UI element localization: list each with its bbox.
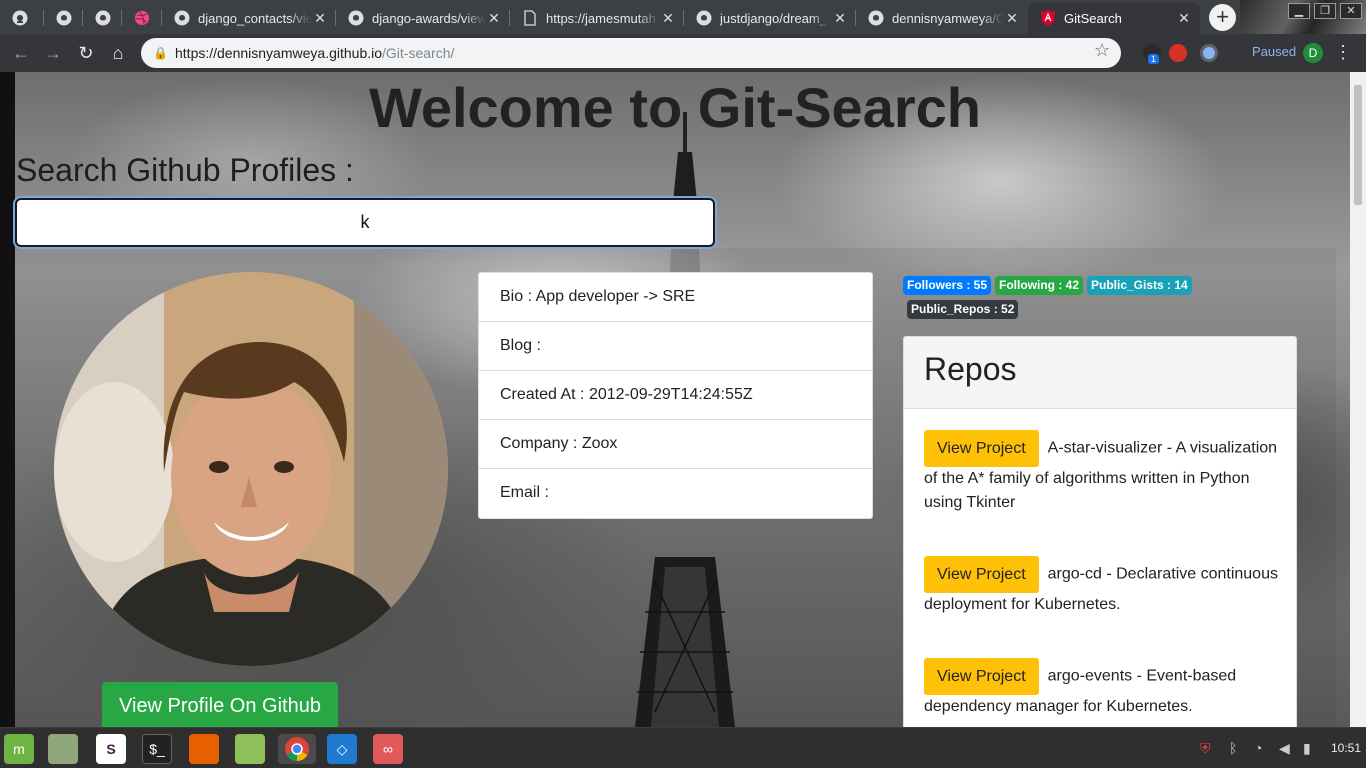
- page-icon: [522, 10, 538, 26]
- browser-toolbar: ← → ↻ ⌂ 🔒 https://dennisnyamweya.github.…: [0, 34, 1366, 72]
- bookmark-star-icon[interactable]: ☆: [1094, 40, 1110, 61]
- address-bar[interactable]: 🔒 https://dennisnyamweya.github.io/Git-s…: [141, 38, 1121, 68]
- vscode-icon[interactable]: ◇: [327, 734, 357, 764]
- tab-github-2[interactable]: [44, 2, 83, 34]
- url-host: https://dennisnyamweya.github.io: [175, 45, 383, 61]
- battery-icon[interactable]: ▮: [1303, 740, 1311, 757]
- home-button[interactable]: ⌂: [107, 42, 129, 64]
- repo-item: View Project argo-cd - Declarative contin…: [924, 556, 1279, 617]
- tab-title: django-awards/view: [372, 10, 486, 26]
- info-blog: Blog :: [479, 322, 872, 371]
- extension-badge: 1: [1148, 54, 1160, 64]
- angular-icon: [1040, 10, 1056, 26]
- tab-jamesmutah[interactable]: https://jamesmutah ✕: [510, 2, 684, 34]
- extension-icon-2[interactable]: [1200, 44, 1218, 62]
- terminal-icon[interactable]: $_: [142, 734, 172, 764]
- page-title: Welcome to Git-Search: [368, 76, 981, 139]
- repos-card: Repos View Project A-star-visualizer - A …: [903, 336, 1297, 727]
- close-icon[interactable]: ✕: [486, 10, 502, 27]
- tab-title: dennisnyamweya/G: [892, 10, 1004, 26]
- slack-icon[interactable]: S: [96, 734, 126, 764]
- profile-info-list: Bio : App developer -> SRE Blog : Create…: [478, 272, 873, 519]
- info-email: Email :: [500, 484, 549, 501]
- github-icon: [868, 10, 884, 26]
- github-icon: [95, 10, 111, 26]
- search-label: Search Github Profiles :: [16, 152, 354, 188]
- close-icon[interactable]: ✕: [1176, 10, 1192, 27]
- repos-heading: Repos: [904, 337, 1296, 409]
- close-icon[interactable]: ✕: [832, 10, 848, 27]
- volume-icon[interactable]: ◀: [1279, 740, 1290, 757]
- search-input[interactable]: [15, 198, 715, 247]
- folder-icon[interactable]: [235, 734, 265, 764]
- repos-badge: Public_Repos : 52: [907, 300, 1019, 319]
- reload-button[interactable]: ↻: [75, 42, 97, 64]
- github-icon: [348, 10, 364, 26]
- view-project-button[interactable]: View Project: [924, 556, 1039, 593]
- forward-button[interactable]: →: [42, 42, 64, 64]
- tab-dribbble[interactable]: [122, 2, 162, 34]
- close-icon[interactable]: ✕: [1004, 10, 1020, 27]
- chrome-icon[interactable]: [278, 734, 316, 764]
- new-tab-button[interactable]: +: [1209, 4, 1236, 31]
- dribbble-icon: [134, 10, 150, 26]
- gists-badge: Public_Gists : 14: [1087, 276, 1192, 295]
- tab-title: justdjango/dream_: [720, 10, 827, 26]
- taskbar: m S $_ ◇ ∞ ⛨ ᛒ ◔ ◀ ▮ 10:51: [0, 727, 1366, 768]
- glasses-icon[interactable]: ∞: [373, 734, 403, 764]
- tab-django-awards[interactable]: django-awards/view ✕: [336, 2, 510, 34]
- tab-justdjango[interactable]: justdjango/dream_ ✕: [684, 2, 856, 34]
- github-icon: [12, 10, 28, 26]
- tab-dennisnyamweya[interactable]: dennisnyamweya/G ✕: [856, 2, 1028, 34]
- tab-title: django_contacts/vie: [198, 10, 312, 26]
- user-avatar: [54, 272, 448, 666]
- shield-icon[interactable]: ⛨: [1200, 740, 1211, 757]
- followers-badge: Followers : 55: [903, 276, 992, 295]
- info-created-at: Created At : 2012-09-29T14:24:55Z: [479, 371, 872, 420]
- info-company: Company : Zoox: [479, 420, 872, 469]
- chrome-menu-icon[interactable]: ⋮: [1334, 41, 1352, 63]
- files-icon[interactable]: [48, 734, 78, 764]
- adblock-extension-icon[interactable]: [1169, 44, 1187, 62]
- back-button[interactable]: ←: [10, 42, 32, 64]
- firefox-icon[interactable]: [189, 734, 219, 764]
- view-project-button[interactable]: View Project: [924, 430, 1039, 467]
- profile-avatar[interactable]: D: [1303, 43, 1323, 63]
- lock-icon: 🔒: [153, 46, 168, 60]
- maximize-button[interactable]: ❐: [1314, 3, 1336, 19]
- tab-title: https://jamesmutah: [546, 10, 656, 26]
- minimize-button[interactable]: ▁: [1288, 3, 1310, 19]
- info-bio: Bio : App developer -> SRE: [479, 273, 872, 322]
- close-window-button[interactable]: ✕: [1340, 3, 1362, 19]
- view-profile-button[interactable]: View Profile On Github: [102, 682, 338, 727]
- url-path: /Git-search/: [382, 45, 455, 61]
- github-icon: [696, 10, 712, 26]
- bluetooth-icon[interactable]: ᛒ: [1229, 740, 1237, 756]
- tab-title: GitSearch: [1064, 10, 1122, 26]
- close-icon[interactable]: ✕: [660, 10, 676, 27]
- tab-django-contacts[interactable]: django_contacts/vie ✕: [162, 2, 336, 34]
- page-left-edge: [0, 72, 15, 727]
- page-scrollbar-thumb[interactable]: [1354, 85, 1362, 205]
- github-icon: [174, 10, 190, 26]
- view-project-button[interactable]: View Project: [924, 658, 1039, 695]
- github-icon: [56, 10, 72, 26]
- sync-paused-label[interactable]: Paused: [1252, 44, 1296, 59]
- repo-item: View Project A-star-visualizer - A visual…: [924, 430, 1279, 515]
- clock[interactable]: 10:51: [1331, 741, 1361, 755]
- tab-strip: django_contacts/vie ✕ django-awards/view…: [0, 0, 1366, 34]
- repo-item: View Project argo-events - Event-based de…: [924, 658, 1279, 719]
- following-badge: Following : 42: [995, 276, 1083, 295]
- mint-menu-icon[interactable]: m: [4, 734, 34, 764]
- tab-github-3[interactable]: [83, 2, 122, 34]
- tab-gitsearch[interactable]: GitSearch ✕: [1028, 2, 1200, 34]
- page-viewport: Welcome to Git-Search Search Github Prof…: [0, 72, 1350, 727]
- close-icon[interactable]: ✕: [312, 10, 328, 27]
- wifi-icon[interactable]: ◔: [1254, 740, 1262, 756]
- tab-github-1[interactable]: [0, 2, 44, 34]
